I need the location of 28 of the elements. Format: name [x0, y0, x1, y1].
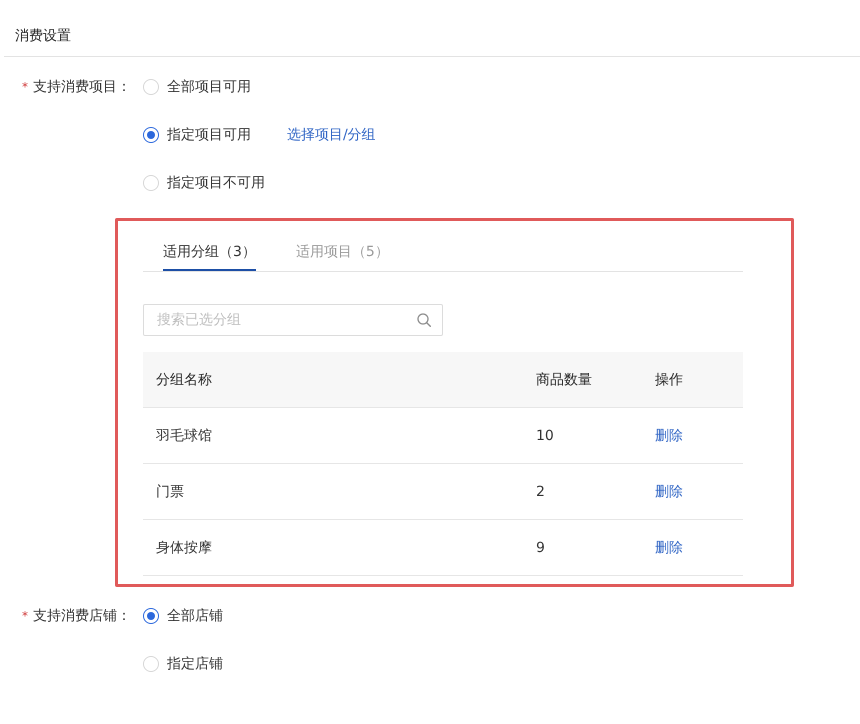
- option-label[interactable]: 指定项目不可用: [167, 173, 265, 193]
- table-cell-text: 9: [535, 540, 546, 556]
- field-label: 支持消费店铺：: [33, 607, 131, 626]
- delete-link[interactable]: 删除: [655, 540, 683, 556]
- field-label: 支持消费项目：: [33, 78, 131, 97]
- select-link[interactable]: 选择项目/分组: [287, 125, 376, 145]
- required-mark: *: [22, 79, 28, 96]
- search-icon[interactable]: [417, 313, 431, 327]
- option-label[interactable]: 指定店铺: [167, 654, 223, 674]
- radio-button[interactable]: [143, 127, 159, 143]
- option-label[interactable]: 指定项目可用: [167, 125, 251, 145]
- column-header: 操作: [654, 370, 684, 388]
- delete-link[interactable]: 删除: [655, 428, 683, 444]
- table-cell-text: 10: [535, 428, 555, 444]
- column-header: 商品数量: [535, 370, 593, 388]
- table-cell-text: 2: [535, 484, 546, 500]
- option-label[interactable]: 全部店铺: [167, 606, 223, 626]
- section-title: 消费设置: [15, 28, 71, 44]
- tab[interactable]: 适用分组（3）: [163, 242, 256, 271]
- radio-button[interactable]: [143, 608, 159, 624]
- required-mark: *: [22, 608, 28, 625]
- table-cell-text: 羽毛球馆: [155, 426, 213, 444]
- column-header: 分组名称: [155, 370, 213, 388]
- search-field[interactable]: 搜索已选分组: [143, 304, 443, 336]
- delete-link[interactable]: 删除: [655, 484, 683, 500]
- option-label[interactable]: 全部项目可用: [167, 77, 251, 97]
- table-cell-text: 身体按摩: [155, 538, 213, 556]
- table-cell-text: 门票: [155, 482, 185, 500]
